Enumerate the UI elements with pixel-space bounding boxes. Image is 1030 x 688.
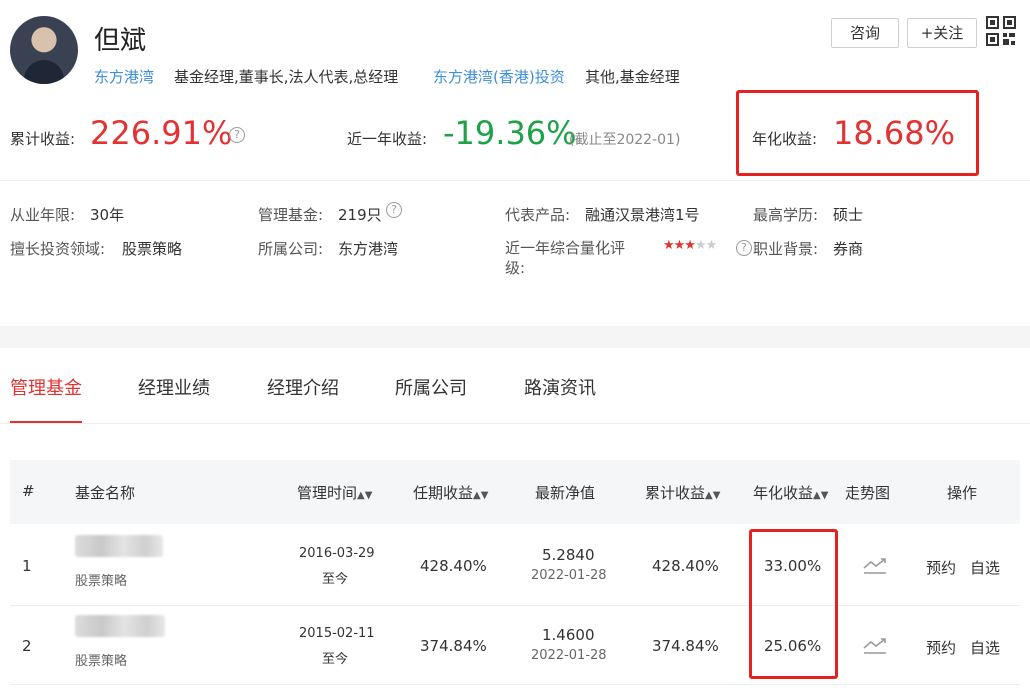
watchlist-link[interactable]: 自选 [970,557,1000,578]
header-fund-name: 基金名称 [75,484,136,502]
recent-return-value: -19.36% [443,114,577,152]
company-value-link[interactable]: 东方港湾 [338,238,398,259]
company2-link[interactable]: 东方港湾(香港)投资 [433,66,565,87]
company-label: 所属公司: [258,240,324,258]
nav-date: 2022-01-28 [531,648,607,663]
cumulative-return: 374.84% [652,637,719,655]
rating-label: 近一年综合量化评级: [505,239,626,277]
annual-return-value: 18.68% [833,114,956,152]
annual-column-highlight [749,529,838,679]
divider [0,180,1030,181]
company-link[interactable]: 东方港湾 [94,66,154,87]
field-value: 股票策略 [122,240,183,258]
help-icon[interactable]: ? [229,127,245,143]
cumulative-return-value: 226.91% [90,114,233,152]
fund-type: 股票策略 [75,654,128,669]
header-nav: 最新净值 [535,484,596,502]
rating-stars: ★★★★★ [663,238,717,253]
header-action: 操作 [947,484,978,502]
row-index: 2 [22,637,32,655]
background-label: 职业背景: [753,240,819,258]
cumulative-return: 428.40% [652,557,719,575]
row-index: 1 [22,557,32,575]
watchlist-link[interactable]: 自选 [970,637,1000,658]
follow-button[interactable]: +关注 [907,18,977,48]
avatar [10,16,78,84]
reserve-link[interactable]: 预约 [926,637,956,658]
company-roles: 基金经理,董事长,法人代表,总经理 [174,68,399,86]
nav-value: 1.4600 [542,626,595,644]
tab-company[interactable]: 所属公司 [395,374,467,400]
nav-value: 5.2840 [542,546,595,564]
tabs-divider [0,423,1030,424]
product-link[interactable]: 融通汉景港湾1号 [585,204,700,225]
funds-value: 219只 [338,206,382,224]
header-trend: 走势图 [845,484,891,502]
sort-icon: ▲▼ [705,490,721,501]
header-manage-time[interactable]: 管理时间▲▼ [297,482,372,503]
manage-start: 2016-03-29 [299,546,375,561]
tenure-return: 374.84% [420,637,487,655]
recent-return-note: (截止至2022-01) [569,132,681,148]
section-separator [0,326,1030,348]
tab-performance[interactable]: 经理业绩 [138,374,210,400]
consult-button[interactable]: 咨询 [831,18,899,48]
sort-icon: ▲▼ [813,490,829,501]
trend-chart-icon[interactable] [863,636,887,654]
row-divider [10,605,1020,606]
header-index: # [22,482,35,500]
field-label: 擅长投资领域: [10,240,106,258]
manage-start: 2015-02-11 [299,626,375,641]
manage-end: 至今 [322,652,349,667]
annual-return-label: 年化收益: [752,130,818,148]
years-label: 从业年限: [10,206,76,224]
years-value: 30年 [90,206,125,224]
sort-icon: ▲▼ [357,490,373,501]
product-label: 代表产品: [505,206,571,224]
header-tenure-return[interactable]: 任期收益▲▼ [413,482,488,503]
fund-name-redacted[interactable] [75,535,163,557]
funds-label: 管理基金: [258,206,324,224]
trend-chart-icon[interactable] [863,556,887,574]
sort-icon: ▲▼ [473,490,489,501]
row-divider [10,684,1020,685]
nav-date: 2022-01-28 [531,568,607,583]
tab-managed-funds[interactable]: 管理基金 [10,374,82,400]
reserve-link[interactable]: 预约 [926,557,956,578]
header-annual[interactable]: 年化收益▲▼ [753,482,828,503]
company2-roles: 其他,基金经理 [585,68,680,86]
fund-type: 股票策略 [75,574,128,589]
help-icon[interactable]: ? [736,240,752,256]
tab-introduction[interactable]: 经理介绍 [267,374,339,400]
education-label: 最高学历: [753,206,819,224]
education-value: 硕士 [833,206,864,224]
header-cumulative[interactable]: 累计收益▲▼ [645,482,720,503]
fund-name-redacted[interactable] [75,615,165,637]
recent-return-label: 近一年收益: [347,130,428,148]
manage-end: 至今 [322,572,349,587]
manager-name: 但斌 [94,26,147,56]
tenure-return: 428.40% [420,557,487,575]
cumulative-return-label: 累计收益: [10,130,76,148]
help-icon[interactable]: ? [386,202,402,218]
background-value: 券商 [833,240,864,258]
qrcode-icon[interactable] [986,16,1016,46]
tab-roadshow[interactable]: 路演资讯 [524,374,596,400]
